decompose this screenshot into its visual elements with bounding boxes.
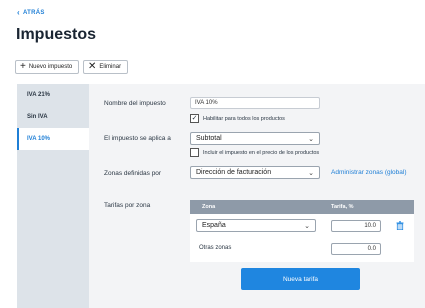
rate-input[interactable]: 10.0: [331, 220, 381, 232]
zones-label: Zonas definidas por: [104, 170, 162, 177]
other-zones-label: Otras zonas: [199, 245, 232, 251]
back-link[interactable]: ‹ ATRÁS: [17, 9, 45, 17]
zones-select[interactable]: Dirección de facturación ⌄: [190, 166, 320, 179]
close-icon: ✕: [88, 61, 97, 72]
applies-value: Subtotal: [196, 135, 222, 142]
rates-label: Tarifas por zona: [104, 202, 151, 209]
sidebar-item-sin-iva[interactable]: Sin IVA: [17, 106, 89, 128]
tax-name-input[interactable]: IVA 10%: [190, 97, 320, 109]
zones-value: Dirección de facturación: [196, 169, 272, 176]
include-price-checkbox[interactable]: [190, 148, 199, 157]
include-price-label: Incluir el impuesto en el precio de los …: [203, 150, 320, 156]
check-icon: ✓: [191, 115, 198, 122]
plus-icon: +: [20, 61, 26, 72]
chevron-left-icon: ‹: [17, 8, 20, 17]
sidebar-item-iva-10[interactable]: IVA 10%: [17, 128, 89, 150]
new-tax-label: Nuevo impuesto: [28, 64, 73, 70]
enable-all-checkbox[interactable]: ✓: [190, 114, 199, 123]
sidebar-item-iva-21[interactable]: IVA 21%: [17, 84, 89, 106]
tax-name-label: Nombre del impuesto: [104, 100, 166, 107]
trash-icon[interactable]: [396, 221, 404, 231]
enable-all-label: Habilitar para todos los productos: [203, 116, 285, 122]
chevron-down-icon: ⌄: [308, 169, 314, 177]
applies-label: El impuesto se aplica a: [104, 135, 171, 142]
page-title: Impuestos: [16, 26, 97, 43]
delete-label: Eliminar: [99, 64, 122, 70]
back-label: ATRÁS: [22, 10, 45, 16]
new-rate-button[interactable]: Nueva tarifa: [241, 268, 360, 290]
manage-zones-link[interactable]: Administrar zonas (global): [331, 169, 407, 176]
new-tax-button[interactable]: + Nuevo impuesto: [15, 60, 79, 74]
zone-select[interactable]: España ⌄: [196, 219, 316, 232]
trash-icon-shape: [396, 221, 404, 231]
other-rate-input[interactable]: 0.0: [331, 243, 381, 255]
chevron-down-icon: ⌄: [304, 222, 310, 230]
zone-value: España: [202, 222, 226, 229]
table-header: Zona Tarifa, %: [190, 200, 414, 214]
applies-select[interactable]: Subtotal ⌄: [190, 132, 320, 145]
column-zone-header: Zona: [202, 204, 216, 210]
chevron-down-icon: ⌄: [308, 135, 314, 143]
tax-sidebar: IVA 21% Sin IVA IVA 10%: [17, 84, 89, 308]
column-rate-header: Tarifa, %: [331, 204, 354, 210]
delete-button[interactable]: ✕ Eliminar: [83, 60, 128, 74]
